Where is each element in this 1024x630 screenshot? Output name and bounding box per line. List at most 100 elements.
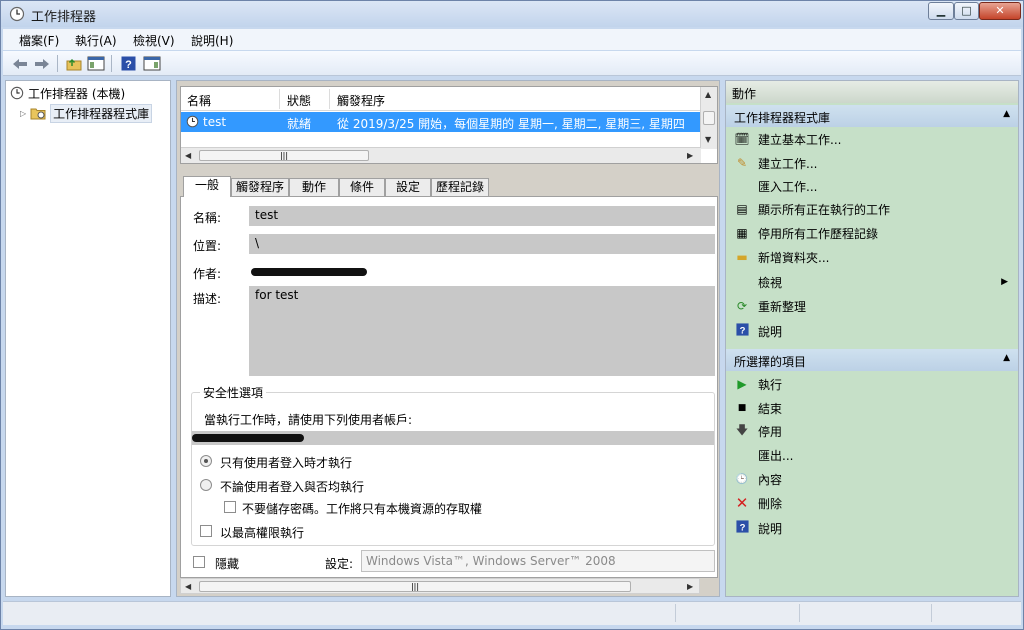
section-library-header[interactable]: 工作排程器程式庫 ▲	[726, 105, 1018, 127]
action-end[interactable]: ■ 結束	[726, 396, 1018, 420]
close-button[interactable]: ✕	[979, 2, 1021, 20]
tree-item-label: 工作排程器程式庫	[50, 103, 153, 123]
menu-help[interactable]: 說明(H)	[191, 32, 233, 49]
create-basic-task-icon: 🗓	[734, 132, 750, 146]
action-label: 顯示所有正在執行的工作	[758, 202, 891, 217]
detail-horizontal-scrollbar[interactable]: ◀ ||| ▶	[180, 578, 700, 594]
action-label: 說明	[758, 521, 783, 536]
tree-item-library[interactable]: ▷ 工作排程器程式庫	[20, 103, 153, 123]
actions-pane: 動作 工作排程器程式庫 ▲ 🗓 建立基本工作... ✎ 建立工作... 匯入工作…	[725, 80, 1019, 597]
show-hide-action-pane-icon[interactable]	[143, 55, 161, 72]
main-window: 工作排程器 ▁ □ ✕ 檔案(F) 執行(A) 檢視(V) 說明(H) ? 工作…	[0, 0, 1024, 630]
tab-actions[interactable]: 動作	[289, 178, 339, 196]
table-row[interactable]: test 就緒 從 2019/3/25 開始，每個星期的 星期一, 星期二, 星…	[181, 112, 701, 132]
menu-action[interactable]: 執行(A)	[75, 32, 117, 49]
tab-strip: 一般 觸發程序 動作 條件 設定 歷程記錄	[180, 176, 718, 197]
back-arrow-icon[interactable]	[11, 55, 29, 72]
action-view[interactable]: 檢視 ▶	[726, 270, 1018, 294]
security-options-group: 安全性選項 當執行工作時，請使用下列使用者帳戶: 只有使用者登入時才執行 不論使…	[191, 384, 715, 546]
running-tasks-icon: ▤	[736, 202, 748, 216]
action-label: 結束	[758, 401, 783, 416]
svg-text:?: ?	[739, 522, 745, 533]
action-label: 停用所有工作歷程記錄	[758, 226, 879, 241]
tab-triggers[interactable]: 觸發程序	[231, 178, 289, 196]
section-library-title: 工作排程器程式庫	[734, 111, 831, 125]
console-tree: 工作排程器 (本機) ▷ 工作排程器程式庫	[5, 80, 171, 597]
tab-settings[interactable]: 設定	[385, 178, 431, 196]
collapse-icon[interactable]: ▲	[1003, 109, 1010, 119]
checkbox-highest-privileges[interactable]	[200, 525, 212, 537]
description-label: 描述:	[193, 292, 222, 306]
svg-text:?: ?	[125, 59, 132, 71]
new-folder-icon: ▬	[736, 250, 748, 264]
tab-general[interactable]: 一般	[183, 176, 231, 197]
action-help-selected[interactable]: ? 說明	[726, 516, 1018, 540]
help-icon: ?	[726, 520, 758, 536]
action-import-task[interactable]: 匯入工作...	[726, 174, 1018, 198]
action-properties[interactable]: 🕒 內容	[726, 467, 1018, 491]
delete-icon: ✕	[735, 494, 749, 512]
radio-logged-on-only[interactable]	[200, 455, 212, 467]
tab-conditions[interactable]: 條件	[339, 178, 385, 196]
clock-icon	[9, 6, 25, 22]
action-label: 檢視	[758, 275, 783, 290]
status-bar	[3, 601, 1021, 625]
actions-pane-title: 動作	[726, 81, 1018, 103]
up-folder-icon[interactable]	[65, 55, 83, 72]
task-list: 名稱 狀態 觸發程序 test 就緒 從 2019/3/25 開始，每個星期的 …	[180, 86, 718, 164]
menu-bar: 檔案(F) 執行(A) 檢視(V) 說明(H)	[3, 29, 1021, 50]
action-create-basic-task[interactable]: 🗓 建立基本工作...	[726, 127, 1018, 151]
end-icon: ■	[737, 403, 747, 413]
radio-logged-on-label: 只有使用者登入時才執行	[220, 456, 353, 470]
tree-root[interactable]: 工作排程器 (本機)	[10, 84, 125, 102]
clock-icon	[10, 86, 24, 100]
tree-root-label: 工作排程器 (本機)	[28, 86, 126, 101]
action-refresh[interactable]: ⟳ 重新整理	[726, 294, 1018, 318]
action-label: 建立基本工作...	[758, 132, 842, 147]
action-delete[interactable]: ✕ 刪除	[726, 491, 1018, 515]
hidden-label: 隱藏	[215, 557, 240, 571]
collapse-icon[interactable]: ▲	[1003, 353, 1010, 363]
checkbox-hidden[interactable]	[193, 556, 205, 568]
task-trigger-cell: 從 2019/3/25 開始，每個星期的 星期一, 星期二, 星期三, 星期四	[337, 117, 685, 131]
location-field[interactable]: \	[249, 234, 715, 254]
vertical-scrollbar[interactable]: ▲ ▼	[700, 87, 717, 149]
run-as-text: 當執行工作時，請使用下列使用者帳戶:	[204, 413, 413, 427]
action-new-folder[interactable]: ▬ 新增資料夾...	[726, 245, 1018, 269]
tree-expand-icon[interactable]: ▷	[20, 109, 26, 118]
svg-text:?: ?	[739, 325, 745, 336]
action-label: 說明	[758, 324, 783, 339]
action-display-running-tasks[interactable]: ▤ 顯示所有正在執行的工作	[726, 197, 1018, 221]
location-label: 位置:	[193, 239, 222, 253]
show-hide-console-tree-icon[interactable]	[87, 55, 105, 72]
section-selected-header[interactable]: 所選擇的項目 ▲	[726, 349, 1018, 371]
configure-for-select[interactable]: Windows Vista™, Windows Server™ 2008	[361, 550, 715, 572]
action-disable[interactable]: 🡇 停用	[726, 419, 1018, 443]
action-export[interactable]: 匯出...	[726, 443, 1018, 467]
title-bar[interactable]: 工作排程器 ▁ □ ✕	[1, 1, 1023, 27]
column-header-status[interactable]: 狀態	[287, 92, 311, 109]
menu-view[interactable]: 檢視(V)	[133, 32, 175, 49]
horizontal-scrollbar[interactable]: ◀ ||| ▶	[181, 147, 701, 163]
action-help-library[interactable]: ? 說明	[726, 319, 1018, 343]
name-field[interactable]: test	[249, 206, 715, 226]
help-icon[interactable]: ?	[119, 55, 137, 72]
properties-icon: 🕒	[735, 473, 749, 485]
description-field[interactable]: for test	[249, 286, 715, 376]
tab-history[interactable]: 歷程記錄	[431, 178, 489, 196]
forward-arrow-icon[interactable]	[33, 55, 51, 72]
action-label: 停用	[758, 424, 783, 439]
maximize-button[interactable]: □	[954, 2, 979, 20]
configure-label: 設定:	[325, 557, 354, 571]
column-header-trigger[interactable]: 觸發程序	[337, 92, 385, 109]
checkbox-do-not-store-password[interactable]	[224, 501, 236, 513]
radio-whether-logged-on[interactable]	[200, 479, 212, 491]
menu-file[interactable]: 檔案(F)	[19, 32, 59, 49]
column-header-name[interactable]: 名稱	[187, 92, 211, 109]
action-create-task[interactable]: ✎ 建立工作...	[726, 151, 1018, 175]
task-name-cell: test	[203, 115, 227, 129]
history-icon: ▦	[736, 226, 748, 240]
action-run[interactable]: ▶ 執行	[726, 372, 1018, 396]
action-disable-history[interactable]: ▦ 停用所有工作歷程記錄	[726, 221, 1018, 245]
minimize-button[interactable]: ▁	[928, 2, 954, 20]
